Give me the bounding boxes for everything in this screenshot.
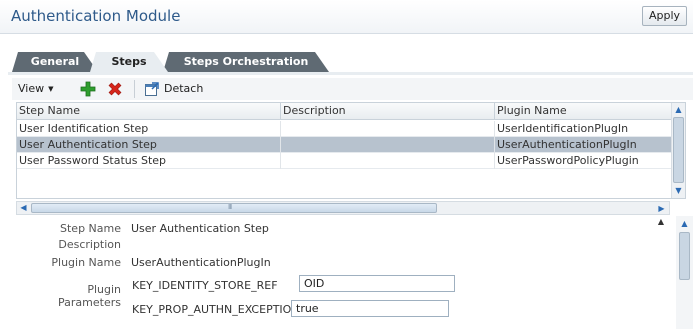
table-horizontal-scrollbar[interactable]: ◀ III	[16, 201, 670, 215]
toolbar-separator	[134, 80, 135, 98]
scroll-down-arrow-icon[interactable]: ▼	[672, 184, 685, 197]
description-cell	[281, 153, 495, 169]
step-name-value: User Authentication Step	[131, 222, 269, 235]
scroll-right-arrow-icon[interactable]: ▶	[655, 203, 668, 215]
tab-general[interactable]: General	[12, 52, 98, 72]
detach-icon	[145, 82, 159, 96]
scrollbar-thumb[interactable]	[679, 232, 690, 280]
scroll-up-arrow-icon[interactable]: ▲	[672, 103, 685, 116]
tab-steps-orchestration[interactable]: Steps Orchestration	[163, 52, 329, 72]
param-key-label: KEY_IDENTITY_STORE_REF	[132, 279, 278, 292]
plugin-name-label: Plugin Name	[51, 256, 121, 269]
steps-table: Step Name Description Plugin Name User I…	[16, 102, 686, 199]
detach-label: Detach	[164, 82, 204, 95]
step-detail-panel: Step Name User Authentication Step Descr…	[0, 216, 693, 329]
column-header-description[interactable]: Description	[281, 103, 495, 119]
step-name-cell: User Authentication Step	[17, 137, 281, 153]
view-menu-button[interactable]: View ▼	[14, 81, 58, 97]
table-header: Step Name Description Plugin Name	[17, 103, 671, 120]
plugin-name-cell: UserIdentificationPlugIn	[497, 122, 629, 135]
plugin-name-cell: UserAuthenticationPlugIn	[497, 138, 637, 151]
column-header-step-name[interactable]: Step Name	[17, 103, 281, 119]
steps-toolbar: View ▼ Detach	[12, 78, 693, 100]
chevron-down-icon: ▼	[48, 85, 54, 93]
step-name-label: Step Name	[60, 222, 121, 235]
param-value-input[interactable]: true	[291, 300, 449, 317]
tab-steps[interactable]: Steps	[90, 52, 168, 72]
plugin-parameters-label: Plugin	[87, 283, 121, 296]
view-menu-label: View	[18, 82, 45, 95]
param-value-input[interactable]: OID	[299, 275, 455, 292]
param-key-label: KEY_PROP_AUTHN_EXCEPTION	[132, 303, 300, 316]
description-cell	[281, 121, 495, 137]
scroll-up-arrow-icon[interactable]: ▲	[678, 217, 691, 230]
plugin-name-value: UserAuthenticationPlugIn	[131, 256, 271, 269]
page-header: Authentication Module Apply	[0, 0, 693, 34]
table-row-selected[interactable]: User Authentication Step UserAuthenticat…	[17, 137, 671, 153]
tab-bar: Steps Orchestration General Steps	[0, 52, 693, 72]
description-label: Description	[58, 238, 121, 251]
table-vertical-scrollbar[interactable]: ▲ ▼	[671, 103, 685, 198]
apply-button[interactable]: Apply	[642, 6, 687, 26]
step-name-cell: User Password Status Step	[17, 153, 281, 169]
table-row[interactable]: User Identification Step UserIdentificat…	[17, 121, 671, 137]
tab-underline	[8, 72, 693, 75]
plugin-parameters-label-2: Parameters	[58, 296, 121, 309]
description-cell	[281, 137, 495, 153]
page-title: Authentication Module	[11, 7, 181, 25]
plugin-name-cell: UserPasswordPolicyPlugin	[497, 154, 639, 167]
table-row[interactable]: User Password Status Step UserPasswordPo…	[17, 153, 671, 169]
step-name-cell: User Identification Step	[17, 121, 281, 137]
scrollbar-grip: III	[228, 203, 232, 211]
detail-vertical-scrollbar[interactable]: ▲	[676, 216, 693, 329]
add-plus-icon[interactable]	[80, 81, 96, 97]
column-header-plugin-name[interactable]: Plugin Name	[495, 103, 671, 119]
scroll-left-arrow-icon[interactable]: ◀	[17, 202, 30, 214]
delete-x-icon[interactable]	[107, 81, 123, 97]
scrollbar-thumb[interactable]	[673, 117, 684, 183]
scrollbar-thumb[interactable]: III	[31, 203, 437, 213]
